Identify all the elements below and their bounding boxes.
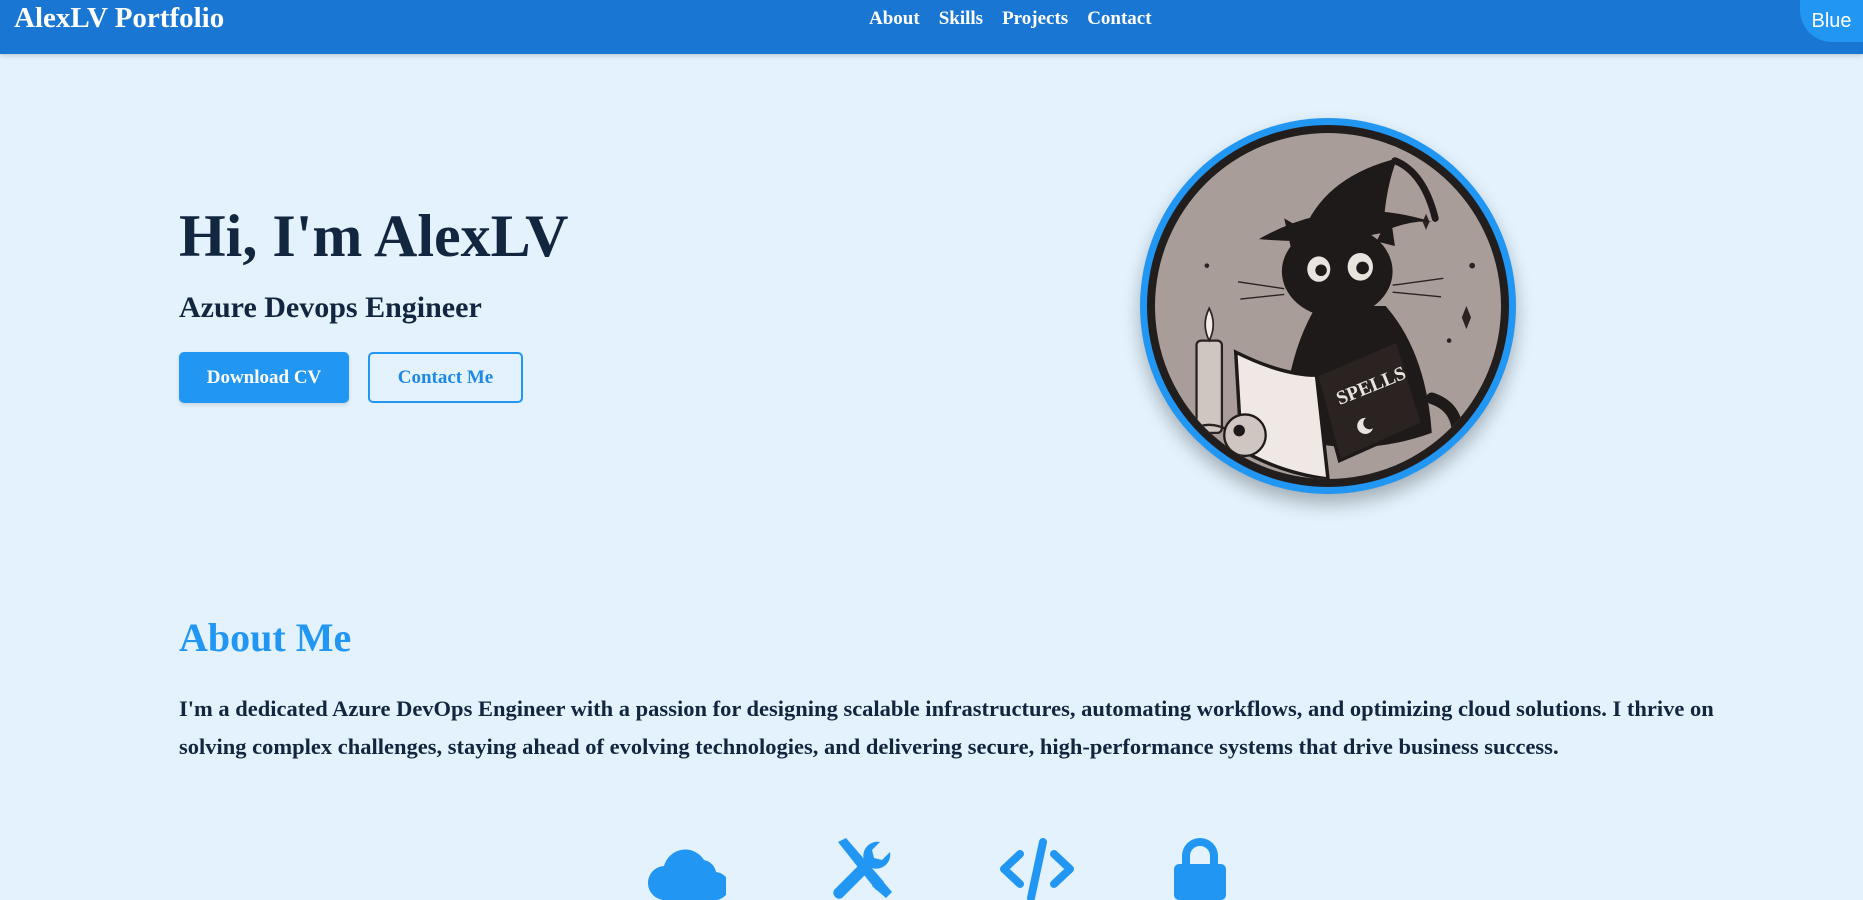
tools-icon	[828, 838, 894, 900]
brand-logo-text[interactable]: AlexLV Portfolio	[14, 2, 224, 35]
hero-subtitle: Azure Devops Engineer	[179, 291, 482, 324]
about-text: I'm a dedicated Azure DevOps Engineer wi…	[179, 696, 1714, 759]
avatar-image-frame: SPELLS	[1147, 125, 1509, 487]
download-cv-button[interactable]: Download CV	[179, 352, 349, 403]
nav-link-skills[interactable]: Skills	[939, 8, 983, 30]
navbar: AlexLV Portfolio About Skills Projects C…	[0, 0, 1863, 54]
contact-me-button[interactable]: Contact Me	[368, 352, 523, 403]
code-icon	[998, 838, 1076, 900]
about-heading: About Me	[179, 615, 352, 660]
nav-link-about[interactable]: About	[869, 8, 920, 30]
nav-links: About Skills Projects Contact	[869, 8, 1152, 30]
lock-icon	[1172, 838, 1228, 900]
cloud-icon	[648, 838, 726, 900]
avatar: SPELLS	[1140, 118, 1516, 494]
witch-cat-illustration: SPELLS	[1155, 133, 1501, 479]
nav-link-projects[interactable]: Projects	[1002, 8, 1068, 30]
hero-title: Hi, I'm AlexLV	[179, 203, 569, 269]
theme-toggle-button[interactable]: Blue	[1800, 0, 1863, 42]
nav-link-contact[interactable]: Contact	[1087, 8, 1151, 30]
